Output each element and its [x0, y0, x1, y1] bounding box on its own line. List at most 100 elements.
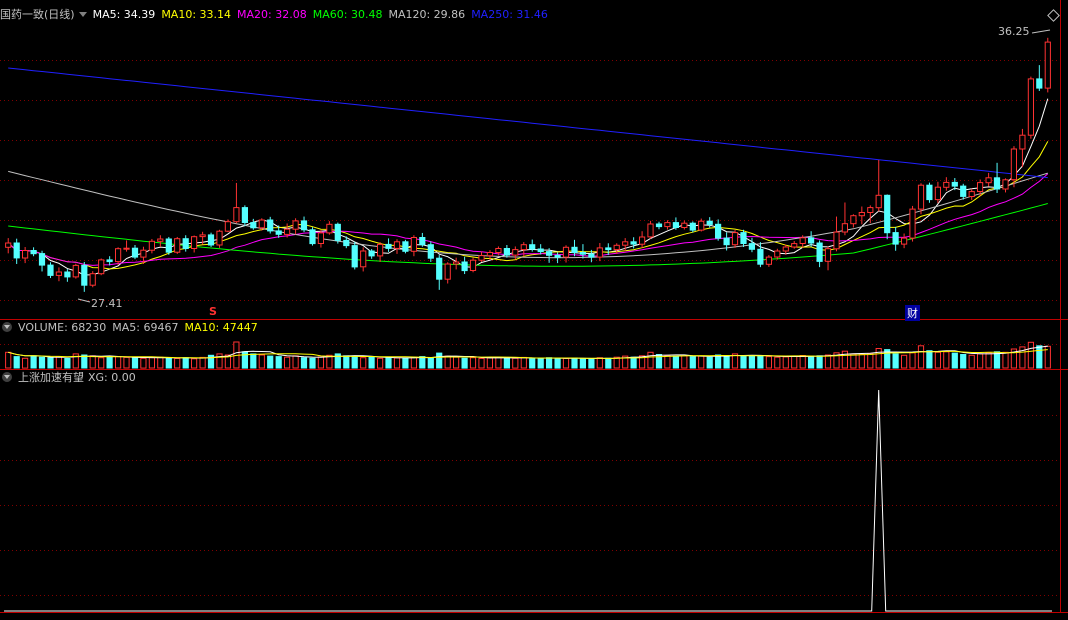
candle	[562, 245, 570, 263]
candle-body	[562, 246, 570, 258]
candle-body	[47, 264, 54, 276]
candle	[715, 219, 722, 241]
candle-body	[453, 261, 460, 265]
candle	[72, 263, 79, 279]
candle	[174, 236, 181, 254]
volume-bar	[368, 356, 375, 369]
candle-body	[622, 241, 629, 246]
candle-body	[943, 181, 950, 188]
candle-body	[292, 220, 299, 230]
volume-bar	[588, 358, 595, 369]
candle-body	[901, 237, 908, 245]
candle	[393, 239, 401, 254]
candle-body	[681, 222, 688, 228]
candle-body	[72, 264, 79, 278]
candle-body	[977, 182, 984, 193]
candle-body	[461, 261, 468, 272]
candle-body	[106, 259, 113, 263]
candle	[664, 220, 671, 230]
candle	[241, 205, 249, 227]
candle	[917, 183, 925, 215]
volume-bar	[38, 356, 46, 369]
panel-menu-icon[interactable]	[2, 322, 12, 332]
volume-bar	[495, 356, 502, 369]
volume-bar	[275, 356, 282, 369]
signal-s-marker[interactable]: S	[209, 305, 217, 318]
candle-body	[579, 252, 586, 255]
volume-bar	[977, 353, 984, 369]
candle-body	[343, 239, 350, 247]
candle-body	[275, 230, 282, 235]
volume-bar	[47, 357, 54, 369]
candle-body	[98, 259, 105, 275]
ma-line	[7, 173, 1049, 266]
candle	[419, 232, 426, 247]
candle-body	[715, 223, 722, 239]
candle	[385, 238, 392, 252]
candle	[993, 162, 1001, 193]
candle	[478, 251, 485, 262]
dropdown-arrow-icon[interactable]	[78, 12, 87, 17]
indicator-xg-label: XG: 0.00	[88, 371, 136, 384]
candle	[89, 271, 96, 288]
volume-ma10-label: MA10: 47447	[184, 321, 258, 334]
ma120-label: MA120: 29.86	[388, 8, 466, 21]
volume-bar	[867, 352, 874, 369]
candle	[943, 177, 950, 191]
volume-bar	[951, 352, 958, 369]
candle-body	[140, 249, 147, 258]
candle-body	[5, 242, 12, 248]
candle	[596, 242, 603, 262]
volume-bar	[875, 348, 882, 369]
volume-bar	[706, 356, 713, 369]
candle-body	[182, 238, 189, 249]
candle-body	[157, 238, 164, 242]
volume-bar	[106, 356, 113, 369]
candle-body	[588, 253, 595, 258]
candle-body	[13, 242, 20, 259]
high-price-label: 36.25	[998, 25, 1030, 38]
candle-body	[241, 207, 249, 224]
volume-bar	[351, 355, 358, 369]
volume-bar	[917, 345, 925, 369]
candle-body	[300, 220, 308, 231]
candle	[816, 240, 823, 268]
candle-body	[520, 244, 527, 251]
volume-bar	[824, 354, 832, 369]
volume-bar	[5, 351, 12, 369]
volume-bar	[554, 357, 561, 369]
volume-bar	[30, 355, 37, 369]
volume-bar	[579, 358, 586, 369]
candle-body	[985, 177, 992, 184]
volume-bar	[681, 355, 688, 369]
candle-body	[334, 223, 341, 241]
candle-body	[554, 254, 561, 258]
finance-marker[interactable]: 财	[905, 305, 920, 321]
volume-bar	[816, 355, 823, 369]
candlesticks[interactable]	[5, 29, 1051, 303]
candle	[351, 241, 358, 270]
candle-body	[774, 250, 781, 258]
candle-body	[495, 248, 502, 253]
volume-bar	[377, 357, 384, 369]
volume-bar	[596, 357, 603, 369]
candle-body	[22, 250, 29, 259]
candle-body	[824, 248, 832, 262]
candle	[655, 221, 663, 230]
candle	[191, 235, 198, 253]
panel-menu-icon[interactable]	[2, 372, 12, 382]
candle	[841, 202, 848, 236]
candle-body	[782, 246, 789, 252]
candle	[64, 269, 71, 282]
volume-bar	[799, 355, 806, 369]
candle-body	[115, 248, 122, 263]
candle	[833, 216, 840, 252]
candle	[55, 267, 62, 282]
volume-bar	[740, 355, 747, 369]
volume-bar	[410, 356, 417, 369]
candle-body	[512, 249, 519, 256]
candle-body	[38, 253, 46, 266]
volume-bar	[402, 358, 409, 369]
candle-body	[546, 251, 553, 256]
candle-body	[706, 220, 713, 225]
